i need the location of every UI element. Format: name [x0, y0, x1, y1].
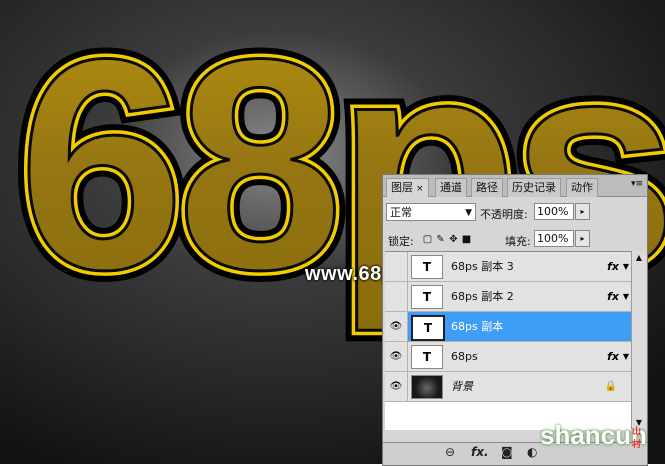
close-icon[interactable]: × — [416, 184, 424, 194]
layer-row-selected[interactable]: 👁 T 68ps 副本 — [385, 312, 631, 342]
tab-paths-label: 路径 — [476, 181, 498, 194]
lock-icon: 🔒 — [604, 381, 617, 392]
text-layer-thumbnail: T — [411, 315, 445, 341]
layer-row[interactable]: T 68ps 副本 3 fx ▼ — [385, 252, 631, 282]
expand-effects-icon[interactable]: ▼ — [623, 252, 629, 281]
tab-channels[interactable]: 通道 — [435, 178, 467, 197]
layer-row[interactable]: 👁 背景 🔒 — [385, 372, 631, 402]
layer-row[interactable]: 👁 T 68ps fx ▼ — [385, 342, 631, 372]
lock-pixels-icon[interactable]: ✎ — [434, 234, 447, 245]
mask-icon[interactable]: ◙ — [501, 445, 513, 459]
layer-name: 68ps 副本 — [451, 320, 504, 333]
tab-layers-label: 图层 — [391, 181, 413, 194]
fill-label: 填充: — [505, 235, 531, 248]
panel-menu-icon[interactable]: ▾≡ — [631, 179, 643, 189]
lock-options: ▢ ✎ ✥ ■ — [421, 232, 473, 245]
text-layer-thumbnail: T — [411, 285, 443, 309]
lock-position-icon[interactable]: ✥ — [447, 234, 460, 245]
layer-list-scrollbar[interactable]: ▲ ▼ — [631, 251, 646, 429]
text-layer-thumbnail: T — [411, 255, 443, 279]
expand-effects-icon[interactable]: ▼ — [623, 282, 629, 311]
text-layer-thumbnail: T — [411, 345, 443, 369]
tab-actions[interactable]: 动作 — [566, 178, 598, 197]
link-icon[interactable]: ⊖ — [445, 445, 455, 459]
site-watermark-text: shancun — [540, 420, 647, 450]
fx-icon[interactable]: fx. — [471, 445, 489, 459]
visibility-toggle[interactable] — [385, 252, 408, 281]
lock-transparency-icon[interactable]: ▢ — [421, 234, 434, 245]
lock-all-icon[interactable]: ■ — [460, 234, 473, 245]
layer-list: T 68ps 副本 3 fx ▼ T 68ps 副本 2 fx ▼ 👁 T 68… — [385, 251, 631, 430]
eye-icon[interactable]: 👁 — [385, 342, 408, 371]
lock-label: 锁定: — [388, 235, 414, 248]
layer-name: 68ps 副本 2 — [451, 290, 514, 303]
opacity-label: 不透明度: — [480, 208, 528, 221]
adjustment-icon[interactable]: ◐ — [527, 445, 537, 459]
eye-icon[interactable]: 👁 — [385, 372, 408, 401]
fx-icon[interactable]: fx — [607, 342, 619, 371]
site-watermark-tag: 山村 — [632, 426, 642, 449]
fill-input[interactable]: 100% — [534, 230, 574, 247]
tab-actions-label: 动作 — [571, 181, 593, 194]
chevron-down-icon: ▼ — [465, 208, 472, 218]
fx-icon[interactable]: fx — [607, 282, 619, 311]
blend-mode-value: 正常 — [390, 206, 412, 219]
background-thumbnail — [411, 375, 443, 399]
blend-mode-select[interactable]: 正常 ▼ — [386, 203, 476, 221]
tab-layers[interactable]: 图层 × — [386, 178, 429, 197]
eye-icon[interactable]: 👁 — [385, 312, 408, 341]
layer-row[interactable]: T 68ps 副本 2 fx ▼ — [385, 282, 631, 312]
panel-tabbar: 图层 × 通道 路径 历史记录 动作 ▾≡ — [383, 175, 647, 197]
tab-history[interactable]: 历史记录 — [507, 178, 561, 197]
visibility-toggle[interactable] — [385, 282, 408, 311]
layer-name: 背景 — [451, 380, 473, 393]
fx-icon[interactable]: fx — [607, 252, 619, 281]
expand-effects-icon[interactable]: ▼ — [623, 342, 629, 371]
opacity-input[interactable]: 100% — [534, 203, 574, 220]
layer-name: 68ps — [451, 350, 478, 363]
tab-channels-label: 通道 — [440, 181, 462, 194]
site-watermark: shancun 山村 — [540, 420, 647, 451]
fill-stepper[interactable]: ▸ — [575, 230, 590, 247]
opacity-stepper[interactable]: ▸ — [575, 203, 590, 220]
tab-paths[interactable]: 路径 — [471, 178, 503, 197]
scroll-up-icon[interactable]: ▲ — [632, 251, 646, 264]
layer-name: 68ps 副本 3 — [451, 260, 514, 273]
tab-history-label: 历史记录 — [512, 181, 556, 194]
